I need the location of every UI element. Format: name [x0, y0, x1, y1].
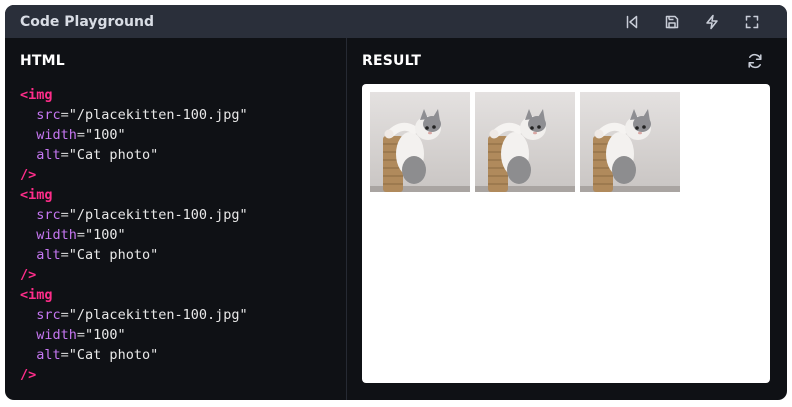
panes: HTML <img src="/placekitten-100.jpg" wid… — [5, 38, 787, 400]
tag-open: <img — [20, 187, 53, 203]
result-pane: RESULT — [347, 38, 787, 400]
attr-value: "/placekitten-100.jpg" — [68, 307, 248, 323]
save-icon[interactable] — [652, 5, 692, 38]
attr-name: src — [36, 307, 61, 323]
code-playground-window: Code Playground HTML <img src="/placekit… — [5, 5, 787, 400]
tag-open: <img — [20, 287, 53, 303]
attr-name: alt — [36, 147, 61, 163]
titlebar: Code Playground — [5, 5, 787, 38]
attr-name: src — [36, 207, 61, 223]
attr-name: width — [36, 327, 77, 343]
attr-value: "/placekitten-100.jpg" — [68, 107, 248, 123]
attr-value: "Cat photo" — [68, 247, 159, 263]
window-title: Code Playground — [20, 13, 154, 30]
code-editor[interactable]: <img src="/placekitten-100.jpg" width="1… — [20, 85, 248, 385]
result-preview — [362, 84, 770, 383]
kitten-image — [475, 92, 575, 192]
code-block: <img src="/placekitten-100.jpg" width="1… — [20, 187, 248, 283]
result-label: RESULT — [362, 53, 422, 69]
zap-icon[interactable] — [692, 5, 732, 38]
tag-close: /> — [20, 367, 37, 383]
attr-value: "100" — [85, 227, 126, 243]
attr-name: alt — [36, 347, 61, 363]
code-block: <img src="/placekitten-100.jpg" width="1… — [20, 87, 248, 183]
code-block: <img src="/placekitten-100.jpg" width="1… — [20, 287, 248, 383]
skip-back-icon[interactable] — [612, 5, 652, 38]
editor-label: HTML — [20, 53, 65, 69]
attr-name: width — [36, 127, 77, 143]
toolbar — [612, 5, 772, 38]
fullscreen-icon[interactable] — [732, 5, 772, 38]
tag-open: <img — [20, 87, 53, 103]
tag-close: /> — [20, 167, 37, 183]
attr-value: "/placekitten-100.jpg" — [68, 207, 248, 223]
attr-value: "Cat photo" — [68, 347, 159, 363]
attr-name: src — [36, 107, 61, 123]
refresh-icon[interactable] — [746, 52, 764, 70]
html-editor-pane: HTML <img src="/placekitten-100.jpg" wid… — [5, 38, 347, 400]
attr-value: "100" — [85, 327, 126, 343]
kitten-image — [580, 92, 680, 192]
tag-close: /> — [20, 267, 37, 283]
attr-name: width — [36, 227, 77, 243]
kitten-image — [370, 92, 470, 192]
attr-value: "100" — [85, 127, 126, 143]
attr-name: alt — [36, 247, 61, 263]
attr-value: "Cat photo" — [68, 147, 159, 163]
